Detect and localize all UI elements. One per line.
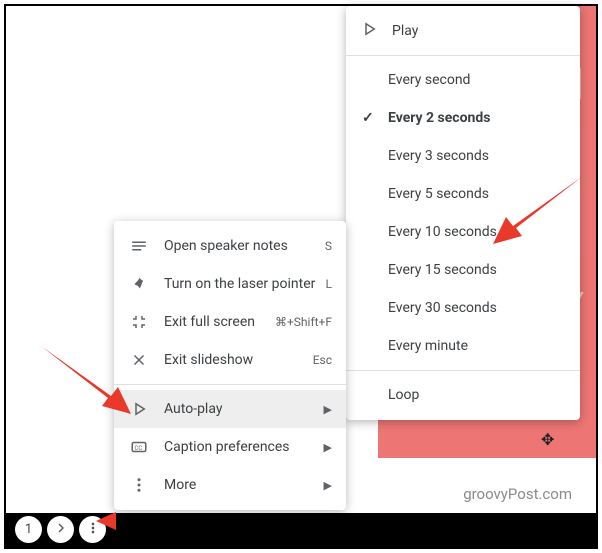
label: Caption preferences [164, 439, 316, 455]
interval-every-second[interactable]: Every second [346, 61, 580, 99]
chevron-right-icon [53, 520, 69, 540]
interval-every-30-seconds[interactable]: Every 30 seconds [346, 289, 580, 327]
menu-caption-preferences[interactable]: CC Caption preferences ▶ [114, 428, 346, 466]
label: Every minute [388, 338, 468, 354]
label: Every 30 seconds [388, 300, 497, 316]
shortcut: ⌘+Shift+F [275, 315, 332, 329]
label: Auto-play [164, 401, 316, 417]
play-outline-icon [128, 400, 150, 418]
label: Every second [388, 72, 470, 88]
next-slide-button[interactable] [47, 516, 74, 543]
label: Exit slideshow [164, 352, 305, 368]
separator [346, 370, 580, 371]
label: Open speaker notes [164, 238, 317, 254]
shortcut: S [325, 239, 332, 253]
laser-icon [128, 275, 150, 293]
svg-text:CC: CC [135, 445, 143, 452]
label: Every 2 seconds [388, 110, 490, 126]
label: Turn on the laser pointer [164, 276, 318, 292]
shortcut: Esc [313, 353, 332, 367]
menu-open-speaker-notes[interactable]: Open speaker notes S [114, 227, 346, 265]
menu-auto-play[interactable]: Auto-play ▶ [114, 390, 346, 428]
options-menu: Open speaker notes S Turn on the laser p… [114, 221, 346, 510]
label: Exit full screen [164, 314, 267, 330]
captions-icon: CC [128, 438, 150, 456]
cursor-icon: ✥ [541, 430, 554, 449]
notes-icon [128, 237, 150, 255]
label: Every 3 seconds [388, 148, 489, 164]
submenu-loop[interactable]: Loop [346, 376, 580, 414]
interval-every-5-seconds[interactable]: Every 5 seconds [346, 175, 580, 213]
autoplay-submenu: Play Every second Every 2 seconds Every … [346, 6, 580, 420]
more-vert-icon [85, 520, 101, 540]
screenshot-frame: Simpl By Y groovyPost.com Play Every sec… [4, 4, 598, 549]
menu-exit-slideshow[interactable]: Exit slideshow Esc [114, 341, 346, 379]
page-number-button[interactable]: 1 [15, 516, 42, 543]
interval-every-10-seconds[interactable]: Every 10 seconds [346, 213, 580, 251]
interval-every-15-seconds[interactable]: Every 15 seconds [346, 251, 580, 289]
more-options-button[interactable] [79, 516, 106, 543]
submenu-play[interactable]: Play [346, 12, 580, 50]
exit-fullscreen-icon [128, 313, 150, 331]
menu-more[interactable]: More ▶ [114, 466, 346, 504]
menu-exit-fullscreen[interactable]: Exit full screen ⌘+Shift+F [114, 303, 346, 341]
menu-laser-pointer[interactable]: Turn on the laser pointer L [114, 265, 346, 303]
submenu-arrow-icon: ▶ [324, 479, 332, 492]
play-icon [360, 20, 378, 42]
label: Every 15 seconds [388, 262, 497, 278]
submenu-arrow-icon: ▶ [324, 441, 332, 454]
label: More [164, 477, 316, 493]
label: Every 10 seconds [388, 224, 497, 240]
submenu-arrow-icon: ▶ [324, 403, 332, 416]
watermark-text: groovyPost.com [463, 485, 572, 503]
separator [114, 384, 346, 385]
close-icon [128, 351, 150, 369]
shortcut: L [326, 277, 332, 291]
interval-every-minute[interactable]: Every minute [346, 327, 580, 365]
label: Loop [388, 387, 419, 403]
separator [346, 55, 580, 56]
label: Every 5 seconds [388, 186, 489, 202]
page-number: 1 [25, 522, 32, 537]
submenu-play-label: Play [392, 23, 418, 39]
interval-every-3-seconds[interactable]: Every 3 seconds [346, 137, 580, 175]
more-vert-icon [128, 476, 150, 494]
interval-every-2-seconds[interactable]: Every 2 seconds [346, 99, 580, 137]
